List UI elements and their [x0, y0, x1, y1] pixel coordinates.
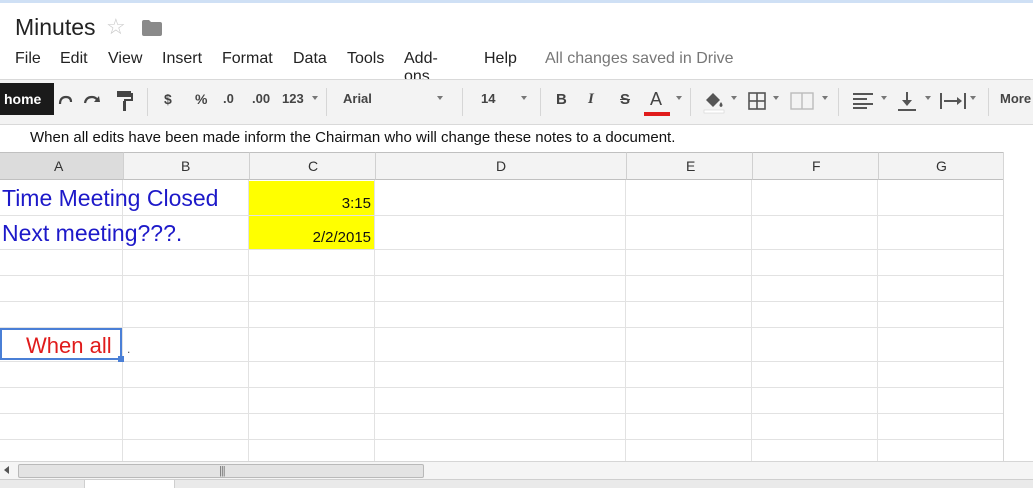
menu-data[interactable]: Data: [293, 50, 327, 68]
grid-line: [625, 180, 626, 461]
cell-a1[interactable]: Time Meeting Closed: [2, 185, 218, 212]
scrollbar-thumb[interactable]: |||: [18, 464, 424, 478]
column-header-f[interactable]: F: [752, 152, 878, 180]
borders-icon[interactable]: [748, 92, 766, 110]
merge-cells-icon[interactable]: [790, 92, 814, 110]
grid-line: [751, 180, 752, 461]
text-wrap-icon[interactable]: [940, 92, 966, 110]
column-header-a[interactable]: A: [0, 152, 123, 180]
scroll-left-arrow-icon[interactable]: [4, 466, 9, 474]
toolbar-separator: [690, 88, 691, 116]
vertical-scrollbar[interactable]: [1003, 152, 1033, 461]
chevron-down-icon: [822, 96, 828, 100]
grid-line: [0, 327, 1003, 328]
grid-line: [374, 180, 375, 461]
grid-line: [0, 301, 1003, 302]
currency-format-button[interactable]: $: [164, 91, 172, 107]
active-cell-selection[interactable]: [0, 328, 122, 360]
strikethrough-button[interactable]: S: [620, 91, 630, 108]
menu-file[interactable]: File: [15, 50, 41, 68]
chevron-down-icon: [437, 96, 443, 100]
text-color-button[interactable]: A: [650, 89, 662, 110]
toolbar: $ % .0 .00 123 Arial 14 B I S A More: [0, 79, 1033, 125]
document-title[interactable]: Minutes: [15, 14, 96, 41]
grid-line: [0, 439, 1003, 440]
toolbar-separator: [462, 88, 463, 116]
italic-button[interactable]: I: [588, 91, 594, 108]
chevron-down-icon: [521, 96, 527, 100]
cell-c1-value: 3:15: [341, 195, 371, 212]
decrease-decimal-button[interactable]: .0: [223, 91, 234, 106]
align-left-icon[interactable]: [853, 93, 873, 109]
toolbar-separator: [988, 88, 989, 116]
cell-c2-value: 2/2/2015: [312, 229, 371, 246]
horizontal-scrollbar[interactable]: |||: [0, 461, 1033, 480]
menu-edit[interactable]: Edit: [60, 50, 88, 68]
column-header-d[interactable]: D: [375, 152, 626, 180]
chevron-down-icon: [773, 96, 779, 100]
chevron-down-icon: [312, 96, 318, 100]
save-status: All changes saved in Drive: [545, 50, 734, 67]
toolbar-separator: [147, 88, 148, 116]
toolbar-separator: [540, 88, 541, 116]
column-header-b[interactable]: B: [123, 152, 249, 180]
column-header-g[interactable]: G: [878, 152, 1003, 180]
menu-view[interactable]: View: [108, 50, 142, 68]
home-button[interactable]: home: [0, 83, 54, 115]
bold-button[interactable]: B: [556, 91, 567, 108]
grid-line: [0, 361, 1003, 362]
text-color-swatch: [644, 112, 670, 116]
vertical-align-icon[interactable]: [897, 90, 917, 112]
chevron-down-icon: [925, 96, 931, 100]
fill-handle[interactable]: [118, 356, 124, 362]
window-top-border: [0, 0, 1033, 3]
grid-line: [0, 249, 1003, 250]
more-formats-button[interactable]: 123: [282, 91, 304, 106]
folder-icon[interactable]: [142, 20, 162, 36]
more-button[interactable]: More: [1000, 91, 1031, 106]
toolbar-separator: [838, 88, 839, 116]
menu-format[interactable]: Format: [222, 50, 273, 68]
chevron-down-icon: [676, 96, 682, 100]
column-header-c[interactable]: C: [249, 152, 375, 180]
grip-icon: |||: [219, 465, 226, 477]
toolbar-separator: [326, 88, 327, 116]
grid-line: [877, 180, 878, 461]
chevron-down-icon: [731, 96, 737, 100]
menu-help[interactable]: Help: [484, 50, 517, 68]
font-size-select[interactable]: 14: [481, 91, 495, 106]
grid-line: [0, 275, 1003, 276]
percent-format-button[interactable]: %: [195, 91, 207, 107]
formula-bar[interactable]: When all edits have been made inform the…: [30, 129, 675, 146]
grid-line: [0, 387, 1003, 388]
chevron-down-icon: [881, 96, 887, 100]
cell-a6-overflow: .: [127, 342, 131, 356]
cell-a2[interactable]: Next meeting???.: [2, 220, 182, 247]
grid-line: [0, 215, 1003, 216]
menu-tools[interactable]: Tools: [347, 50, 384, 68]
grid-line: [0, 413, 1003, 414]
chevron-down-icon: [970, 96, 976, 100]
menu-insert[interactable]: Insert: [162, 50, 202, 68]
increase-decimal-button[interactable]: .00: [252, 91, 270, 106]
star-icon[interactable]: ☆: [106, 14, 126, 40]
undo-icon[interactable]: [55, 92, 73, 110]
redo-icon[interactable]: [82, 92, 102, 110]
fill-color-icon[interactable]: [702, 90, 726, 114]
column-header-e[interactable]: E: [626, 152, 752, 180]
paint-format-icon[interactable]: [116, 90, 134, 112]
font-family-select[interactable]: Arial: [343, 91, 372, 106]
